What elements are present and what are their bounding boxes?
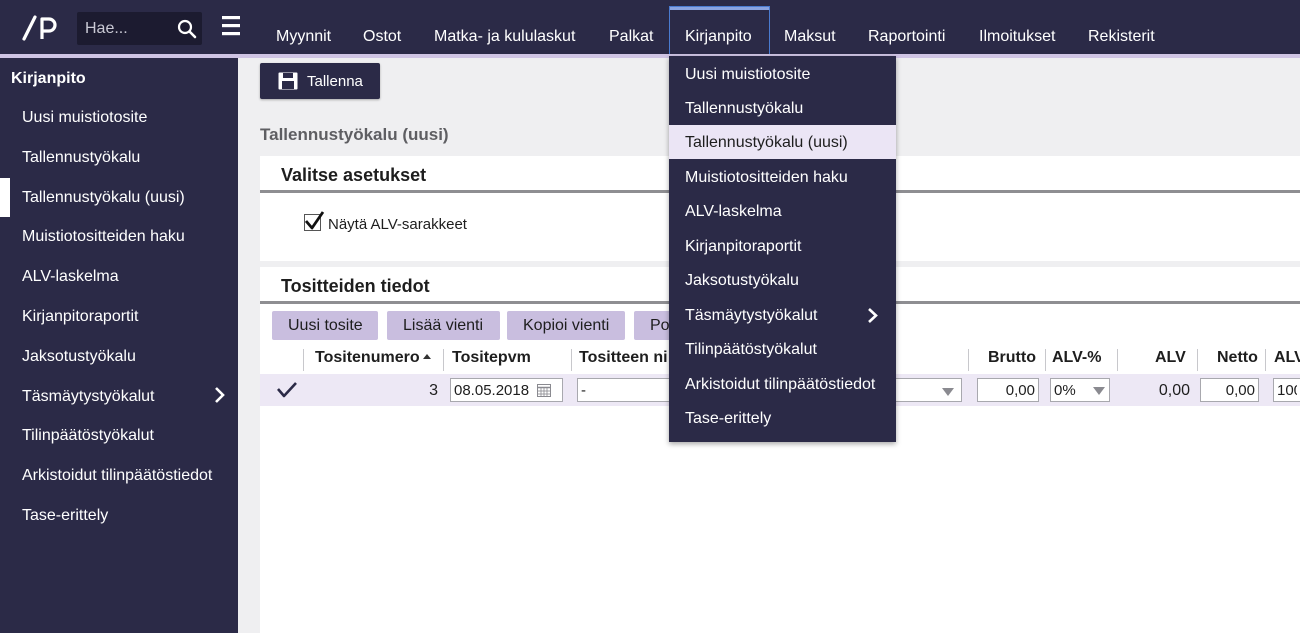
save-button[interactable]: Tallenna bbox=[260, 63, 380, 99]
menu-item-label: Arkistoidut tilinpäätöstiedot bbox=[685, 376, 876, 393]
gross-amount-input[interactable] bbox=[977, 378, 1039, 402]
floppy-disk-icon bbox=[278, 72, 298, 90]
menu-item-jaksotustyokalu[interactable]: Jaksotustyökalu bbox=[669, 263, 896, 297]
sidebar-item-tase-erittely[interactable]: Tase-erittely bbox=[22, 507, 108, 525]
menu-item-muistiotositteiden-haku[interactable]: Muistiotositteiden haku bbox=[669, 160, 896, 194]
menu-item-label: ALV-laskelma bbox=[685, 203, 782, 220]
menu-item-tilinpaatostyokalut[interactable]: Tilinpäätöstyökalut bbox=[669, 332, 896, 366]
nav-active-indicator bbox=[670, 7, 769, 10]
chevron-right-icon bbox=[868, 308, 878, 323]
sidebar-item-muistiotositteiden-haku[interactable]: Muistiotositteiden haku bbox=[22, 228, 185, 246]
column-separator bbox=[1197, 349, 1198, 371]
kirjanpito-dropdown-menu: Uusi muistiotosite Tallennustyökalu Tall… bbox=[669, 56, 896, 442]
menu-item-tallennustyokalu[interactable]: Tallennustyökalu bbox=[669, 91, 896, 125]
checkmark-icon bbox=[304, 211, 325, 230]
sidebar-item-tallennustyokalu-uusi[interactable]: Tallennustyökalu (uusi) bbox=[22, 189, 185, 207]
show-vat-columns-label[interactable]: Näytä ALV-sarakkeet bbox=[328, 216, 467, 233]
menu-item-tallennustyokalu-uusi[interactable]: Tallennustyökalu (uusi) bbox=[669, 125, 896, 159]
column-header-net[interactable]: Netto bbox=[1217, 349, 1258, 367]
menu-item-label: Muistiotositteiden haku bbox=[685, 169, 848, 186]
sidebar-item-tilinpaatostyokalut[interactable]: Tilinpäätöstyökalut bbox=[22, 427, 154, 445]
menu-item-tasmaytystyokalut[interactable]: Täsmäytystyökalut bbox=[669, 298, 896, 332]
net-amount-input[interactable] bbox=[1200, 378, 1259, 402]
search-input[interactable] bbox=[77, 12, 172, 45]
menu-item-tase-erittely[interactable]: Tase-erittely bbox=[669, 401, 896, 435]
sidebar-item-tallennustyokalu[interactable]: Tallennustyökalu bbox=[22, 149, 140, 167]
top-bar: Myynnit Ostot Matka- ja kululaskut Palka… bbox=[0, 0, 1300, 56]
sidebar-item-tasmaytystyokalut[interactable]: Täsmäytystyökalut bbox=[22, 388, 154, 406]
nav-item-matka-ja-kululaskut[interactable]: Matka- ja kululaskut bbox=[434, 28, 575, 46]
vat-percent-value: 0% bbox=[1054, 382, 1076, 399]
menu-item-label: Tallennustyökalu (uusi) bbox=[685, 134, 848, 151]
nav-item-myynnit[interactable]: Myynnit bbox=[276, 28, 331, 46]
copy-entry-button[interactable]: Kopioi vienti bbox=[507, 311, 625, 340]
menu-item-label: Jaksotustyökalu bbox=[685, 272, 799, 289]
menu-item-label: Tallennustyökalu bbox=[685, 100, 804, 117]
save-button-label: Tallenna bbox=[307, 73, 363, 90]
sidebar-item-alv-laskelma[interactable]: ALV-laskelma bbox=[22, 268, 119, 286]
menu-item-label: Kirjanpitoraportit bbox=[685, 238, 802, 255]
hamburger-menu-icon[interactable] bbox=[222, 14, 240, 38]
vat-percent-select[interactable]: 0% bbox=[1050, 378, 1110, 402]
vat-end-input[interactable] bbox=[1273, 378, 1300, 402]
menu-item-label: Uusi muistiotosite bbox=[685, 66, 811, 83]
nav-item-raportointi[interactable]: Raportointi bbox=[868, 28, 945, 46]
settings-panel-title: Valitse asetukset bbox=[281, 165, 427, 185]
column-header-vat[interactable]: ALV bbox=[1155, 349, 1186, 367]
column-separator bbox=[1117, 349, 1118, 371]
sidebar-title: Kirjanpito bbox=[11, 70, 86, 87]
sort-ascending-icon[interactable] bbox=[422, 351, 432, 361]
chevron-right-icon[interactable] bbox=[214, 386, 226, 404]
voucher-number-cell: 3 bbox=[429, 382, 438, 399]
menu-item-arkistoidut-tilinpaatostiedot[interactable]: Arkistoidut tilinpäätöstiedot bbox=[669, 367, 896, 401]
dropdown-caret-icon bbox=[1093, 387, 1105, 395]
row-selected-check-icon[interactable] bbox=[276, 380, 298, 400]
column-header-date[interactable]: Tositepvm bbox=[452, 349, 531, 367]
sidebar-item-uusi-muistiotosite[interactable]: Uusi muistiotosite bbox=[22, 109, 147, 127]
nav-item-maksut[interactable]: Maksut bbox=[784, 28, 836, 46]
menu-item-label: Täsmäytystyökalut bbox=[685, 307, 818, 324]
add-entry-button[interactable]: Lisää vienti bbox=[387, 311, 500, 340]
vat-amount-cell: 0,00 bbox=[1158, 382, 1190, 399]
column-separator bbox=[1265, 349, 1266, 371]
page-title: Tallennustyökalu (uusi) bbox=[260, 125, 449, 144]
column-header-name[interactable]: Tositteen ni bbox=[579, 349, 668, 367]
column-header-gross[interactable]: Brutto bbox=[988, 349, 1036, 367]
sidebar-item-kirjanpitoraportit[interactable]: Kirjanpitoraportit bbox=[22, 308, 139, 326]
column-header-vat-end[interactable]: ALV bbox=[1274, 349, 1300, 367]
menu-item-label: Tilinpäätöstyökalut bbox=[685, 341, 817, 358]
nav-item-rekisterit[interactable]: Rekisterit bbox=[1088, 28, 1155, 46]
menu-item-kirjanpitoraportit[interactable]: Kirjanpitoraportit bbox=[669, 229, 896, 263]
column-header-number[interactable]: Tositenumero bbox=[315, 349, 420, 367]
sidebar: Kirjanpito Uusi muistiotosite Tallennust… bbox=[0, 58, 238, 633]
nav-item-palkat[interactable]: Palkat bbox=[609, 28, 653, 46]
search-icon[interactable] bbox=[177, 19, 197, 39]
show-vat-columns-checkbox[interactable] bbox=[304, 211, 325, 231]
vouchers-panel-title: Tositteiden tiedot bbox=[281, 276, 430, 296]
menu-item-label: Tase-erittely bbox=[685, 410, 772, 427]
new-voucher-button[interactable]: Uusi tosite bbox=[272, 311, 378, 340]
column-separator bbox=[571, 349, 572, 371]
nav-item-ostot[interactable]: Ostot bbox=[363, 28, 401, 46]
menu-item-uusi-muistiotosite[interactable]: Uusi muistiotosite bbox=[669, 57, 896, 91]
column-header-vat-percent[interactable]: ALV-% bbox=[1052, 349, 1101, 367]
column-separator bbox=[1045, 349, 1046, 371]
dropdown-caret-icon[interactable] bbox=[942, 388, 954, 396]
nav-item-ilmoitukset[interactable]: Ilmoitukset bbox=[979, 28, 1055, 46]
menu-item-alv-laskelma[interactable]: ALV-laskelma bbox=[669, 194, 896, 228]
nav-item-kirjanpito[interactable]: Kirjanpito bbox=[685, 28, 752, 46]
column-separator bbox=[968, 349, 969, 371]
column-separator bbox=[303, 349, 304, 371]
sidebar-item-arkistoidut-tilinpaatostiedot[interactable]: Arkistoidut tilinpäätöstiedot bbox=[22, 467, 212, 485]
calendar-icon[interactable] bbox=[537, 383, 551, 397]
app-logo-icon[interactable] bbox=[20, 11, 60, 43]
search-box bbox=[77, 12, 202, 45]
column-separator bbox=[443, 349, 444, 371]
sidebar-active-indicator bbox=[0, 178, 10, 217]
sidebar-item-jaksotustyokalu[interactable]: Jaksotustyökalu bbox=[22, 348, 136, 366]
